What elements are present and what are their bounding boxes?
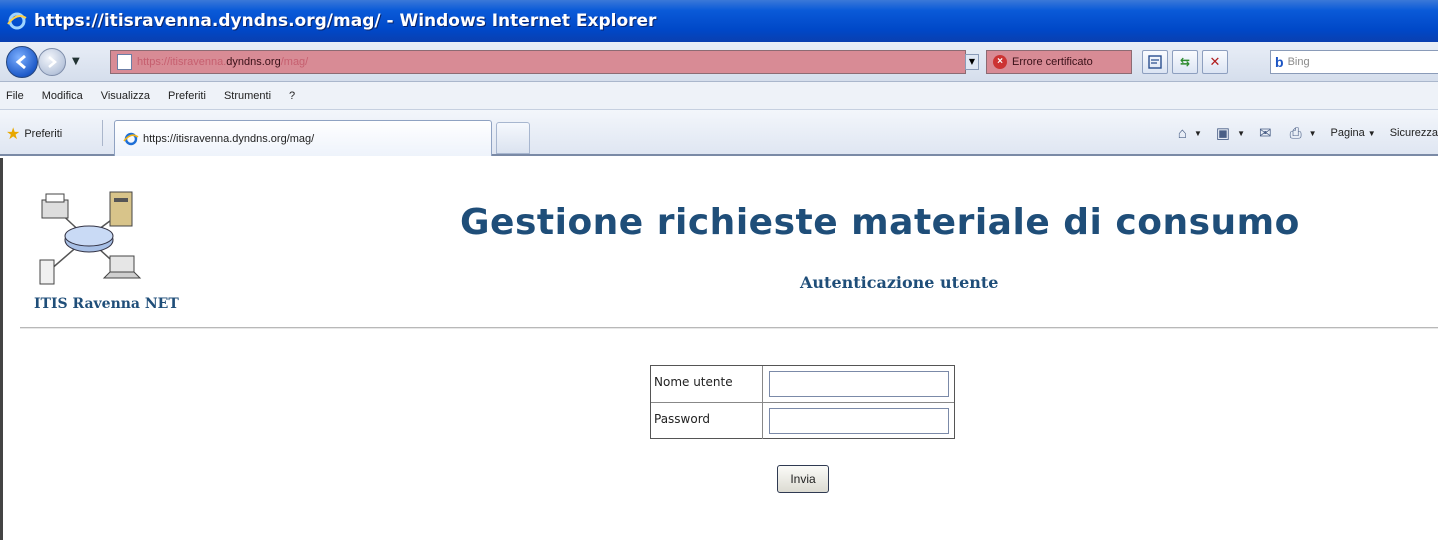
certificate-error-label: Errore certificato	[1012, 56, 1093, 68]
command-bar: ⌂ ▼ ▣ ▼ ✉ ⎙ ▼ Pagina ▼ Sicurezza	[1164, 124, 1438, 143]
home-button[interactable]: ⌂ ▼	[1178, 125, 1202, 142]
mail-icon: ✉	[1259, 125, 1272, 142]
bing-icon: b	[1275, 54, 1284, 70]
search-placeholder: Bing	[1287, 56, 1310, 68]
navigation-bar: ▼ https://itisravenna. dyndns.org/mag/ ▼ …	[0, 42, 1438, 82]
recent-pages-dropdown[interactable]: ▼	[72, 56, 80, 67]
compatibility-view-button[interactable]	[1142, 50, 1168, 74]
internet-explorer-icon	[7, 12, 27, 30]
favorites-bar: ★ Preferiti https://itisravenna.dyndns.o…	[0, 110, 1438, 156]
tab-active[interactable]: https://itisravenna.dyndns.org/mag/	[114, 120, 492, 156]
menu-bar: File Modifica Visualizza Preferiti Strum…	[0, 82, 1438, 110]
password-label: Password	[651, 403, 763, 439]
stop-icon: ✕	[1209, 54, 1221, 70]
menu-file[interactable]: File	[6, 90, 24, 102]
address-bar[interactable]: https://itisravenna. dyndns.org/mag/	[110, 50, 966, 74]
forward-arrow-icon	[48, 56, 57, 68]
compatibility-view-icon	[1148, 55, 1162, 69]
menu-strumenti[interactable]: Strumenti	[224, 90, 271, 102]
network-logo	[39, 191, 142, 285]
username-label: Nome utente	[651, 366, 763, 402]
search-box[interactable]: b Bing	[1270, 50, 1438, 74]
home-icon: ⌂	[1177, 124, 1187, 142]
certificate-error-button[interactable]: × Errore certificato	[986, 50, 1132, 74]
print-icon: ⎙	[1289, 124, 1302, 142]
refresh-button[interactable]: ⇆	[1172, 50, 1198, 74]
username-row: Nome utente	[651, 366, 954, 402]
shield-error-icon: ×	[993, 55, 1007, 69]
page-icon	[117, 54, 132, 70]
password-row: Password	[651, 402, 954, 439]
print-button[interactable]: ⎙ ▼	[1290, 125, 1317, 142]
stop-button[interactable]: ✕	[1202, 50, 1228, 74]
logo-caption: ITIS Ravenna NET	[34, 296, 179, 312]
tab-label: https://itisravenna.dyndns.org/mag/	[143, 132, 315, 145]
mail-button[interactable]: ✉	[1259, 124, 1276, 142]
login-form: Nome utente Password	[650, 365, 955, 439]
toolbar-divider	[102, 120, 103, 146]
new-tab-button[interactable]	[496, 122, 530, 154]
username-input[interactable]	[769, 371, 949, 397]
address-dropdown-button[interactable]: ▼	[965, 54, 979, 70]
refresh-icon: ⇆	[1179, 55, 1191, 69]
feeds-icon: ▣	[1215, 125, 1231, 142]
chevron-down-icon: ▼	[1237, 128, 1245, 138]
window-title: https://itisravenna.dyndns.org/mag/ - Wi…	[34, 11, 657, 31]
menu-preferiti[interactable]: Preferiti	[168, 90, 206, 102]
favorites-button[interactable]: ★ Preferiti	[6, 124, 62, 144]
menu-help[interactable]: ?	[289, 90, 295, 102]
url-suffix: /mag/	[280, 56, 309, 68]
page-menu-button[interactable]: Pagina ▼	[1331, 127, 1376, 139]
favorites-star-icon: ★	[6, 126, 21, 143]
internet-explorer-icon	[123, 132, 139, 145]
window-title-bar: https://itisravenna.dyndns.org/mag/ - Wi…	[0, 0, 1438, 42]
menu-visualizza[interactable]: Visualizza	[101, 90, 150, 102]
page-menu-label: Pagina	[1330, 127, 1365, 139]
feeds-button[interactable]: ▣ ▼	[1216, 124, 1245, 142]
chevron-down-icon: ▼	[1308, 128, 1317, 138]
url-prefix: https://itisravenna.	[137, 56, 227, 68]
page-title: Gestione richieste materiale di consumo	[460, 202, 1300, 243]
window-left-border	[0, 158, 3, 540]
submit-button[interactable]: Invia	[777, 465, 829, 493]
url-host: dyndns.org	[226, 56, 281, 68]
chevron-down-icon: ▼	[1367, 128, 1376, 138]
back-button[interactable]	[6, 46, 38, 78]
page-subtitle: Autenticazione utente	[800, 273, 999, 292]
menu-modifica[interactable]: Modifica	[42, 90, 83, 102]
forward-button[interactable]	[38, 48, 66, 76]
safety-menu-button[interactable]: Sicurezza	[1390, 127, 1438, 139]
safety-menu-label: Sicurezza	[1389, 127, 1438, 139]
header-divider	[20, 327, 1438, 329]
chevron-down-icon: ▼	[1193, 128, 1202, 138]
favorites-label: Preferiti	[24, 128, 63, 140]
back-arrow-icon	[15, 54, 26, 70]
password-input[interactable]	[769, 408, 949, 434]
